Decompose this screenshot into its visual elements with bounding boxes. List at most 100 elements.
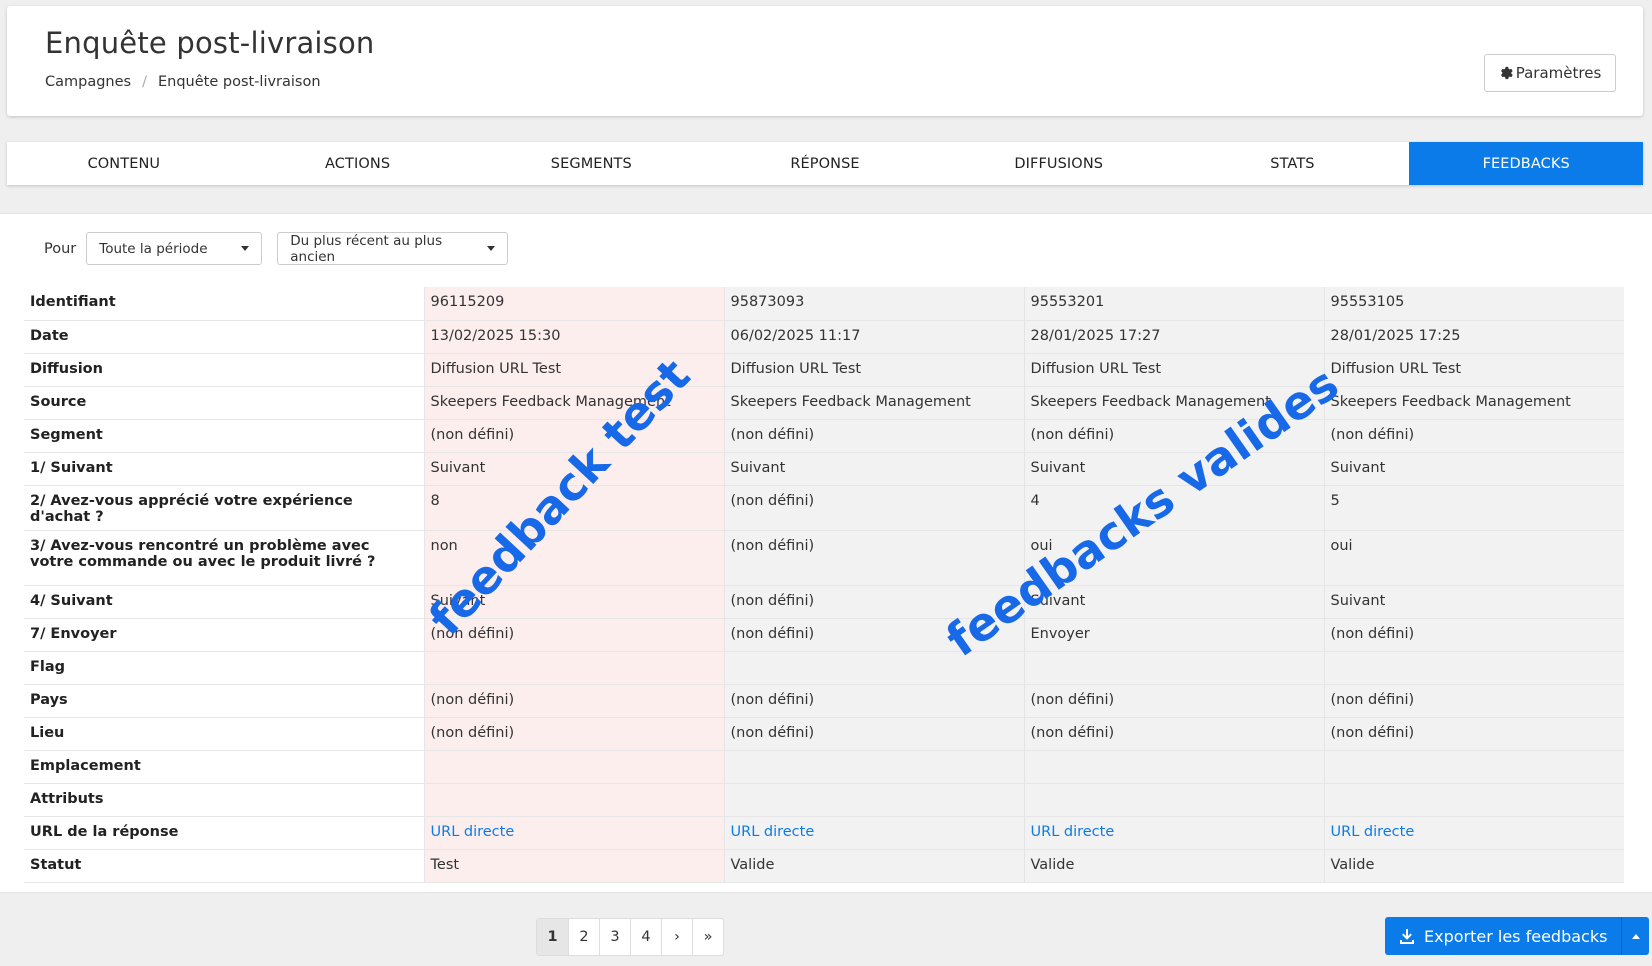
table-cell: 5 (1323, 485, 1624, 531)
table-cell: (non défini) (423, 717, 724, 751)
tab-diffusions[interactable]: DIFFUSIONS (942, 142, 1176, 185)
table-cell: Suivant (1323, 585, 1624, 619)
last-page-button[interactable]: » (692, 919, 723, 955)
table-cell (1323, 651, 1624, 685)
table-cell: Diffusion URL Test (1023, 353, 1324, 387)
sort-dropdown[interactable]: Du plus récent au plus ancien (277, 232, 509, 265)
tab-reponse[interactable]: RÉPONSE (708, 142, 942, 185)
table-row: Date 13/02/2025 15:30 06/02/2025 11:17 28/0… (24, 320, 1624, 354)
tab-stats[interactable]: STATS (1176, 142, 1410, 185)
breadcrumb-separator: / (142, 74, 147, 90)
tab-feedbacks[interactable]: FEEDBACKS (1409, 142, 1644, 185)
table-cell (1023, 783, 1324, 817)
row-header: Diffusion (24, 353, 424, 387)
table-cell: 28/01/2025 17:25 (1323, 320, 1624, 354)
table-row: 2/ Avez-vous apprécié votre expérience d… (24, 485, 1624, 531)
table-row: 3/ Avez-vous rencontré un problème avec … (24, 530, 1624, 586)
table-cell (1323, 783, 1624, 817)
table-cell (1023, 651, 1324, 685)
table-cell: Suivant (423, 585, 724, 619)
table-row: Lieu (non défini) (non défini) (non défini)… (24, 717, 1624, 751)
table-cell: 95553105 (1323, 287, 1624, 321)
table-cell: Suivant (1023, 585, 1324, 619)
table-cell: URL directe (1323, 816, 1624, 850)
table-cell: oui (1323, 530, 1624, 586)
direct-url-link[interactable]: URL directe (1031, 824, 1115, 840)
table-cell: (non défini) (423, 618, 724, 652)
table-cell (423, 783, 724, 817)
table-cell: non (423, 530, 724, 586)
page-3-button[interactable]: 3 (599, 919, 630, 955)
table-row: Statut Test Valide Valide Valide (24, 849, 1624, 883)
table-cell: Valide (1023, 849, 1324, 883)
table-row: Emplacement (24, 750, 1624, 784)
table-cell: 13/02/2025 15:30 (423, 320, 724, 354)
table-row: Flag (24, 651, 1624, 685)
direct-url-link[interactable]: URL directe (1331, 824, 1415, 840)
page-2-button[interactable]: 2 (568, 919, 599, 955)
table-row: 4/ Suivant Suivant (non défini) Suivant Suiv… (24, 585, 1624, 619)
row-header: 7/ Envoyer (24, 618, 424, 652)
row-header: Lieu (24, 717, 424, 751)
table-cell: (non défini) (723, 419, 1024, 453)
download-icon (1400, 929, 1414, 944)
table-cell: URL directe (423, 816, 724, 850)
table-cell: (non défini) (423, 419, 724, 453)
table-cell (723, 783, 1024, 817)
feedbacks-table: Identifiant 96115209 95873093 95553201 95553… (24, 287, 1624, 883)
feedbacks-panel: Pour Toute la période Du plus récent au … (0, 213, 1652, 893)
direct-url-link[interactable]: URL directe (431, 824, 515, 840)
table-cell: (non défini) (423, 684, 724, 718)
table-cell: (non défini) (723, 585, 1024, 619)
table-cell: (non défini) (723, 684, 1024, 718)
table-cell: (non défini) (1323, 717, 1624, 751)
breadcrumb-item-campaigns[interactable]: Campagnes (45, 74, 131, 90)
table-cell: (non défini) (1323, 419, 1624, 453)
table-cell: Diffusion URL Test (423, 353, 724, 387)
page-4-button[interactable]: 4 (630, 919, 661, 955)
next-page-button[interactable]: › (661, 919, 692, 955)
row-header: 3/ Avez-vous rencontré un problème avec … (24, 530, 424, 586)
table-row: Identifiant 96115209 95873093 95553201 95553… (24, 287, 1624, 321)
page-1-button[interactable]: 1 (537, 919, 568, 955)
row-header: 1/ Suivant (24, 452, 424, 486)
table-cell: (non défini) (1323, 618, 1624, 652)
table-cell: 4 (1023, 485, 1324, 531)
table-cell: (non défini) (1023, 684, 1324, 718)
table-cell: URL directe (1023, 816, 1324, 850)
table-cell: URL directe (723, 816, 1024, 850)
table-cell: Skeepers Feedback Management (723, 386, 1024, 420)
tab-segments[interactable]: SEGMENTS (474, 142, 708, 185)
gear-icon (1500, 66, 1513, 80)
table-cell: 96115209 (423, 287, 724, 321)
table-row: Attributs (24, 783, 1624, 817)
table-cell: (non défini) (1023, 717, 1324, 751)
table-cell: Skeepers Feedback Management (1023, 386, 1324, 420)
table-cell (1023, 750, 1324, 784)
table-cell: Skeepers Feedback Management (1323, 386, 1624, 420)
row-header: URL de la réponse (24, 816, 424, 850)
direct-url-link[interactable]: URL directe (731, 824, 815, 840)
row-header: Emplacement (24, 750, 424, 784)
caret-down-icon (487, 246, 496, 251)
table-cell: Suivant (723, 452, 1024, 486)
table-cell (423, 750, 724, 784)
tab-contenu[interactable]: CONTENU (7, 142, 241, 185)
settings-button[interactable]: Paramètres (1484, 54, 1616, 92)
row-header: Date (24, 320, 424, 354)
tab-actions[interactable]: ACTIONS (241, 142, 475, 185)
table-cell: 28/01/2025 17:27 (1023, 320, 1324, 354)
export-dropdown-toggle[interactable] (1621, 917, 1650, 955)
table-cell: Test (423, 849, 724, 883)
export-feedbacks-button[interactable]: Exporter les feedbacks (1385, 917, 1622, 955)
table-cell: Diffusion URL Test (1323, 353, 1624, 387)
caret-down-icon (241, 246, 250, 251)
row-header: Source (24, 386, 424, 420)
breadcrumb-item-current: Enquête post-livraison (157, 74, 321, 90)
row-header: Statut (24, 849, 424, 883)
page-title: Enquête post-livraison (45, 26, 375, 60)
row-header: 4/ Suivant (24, 585, 424, 619)
export-button-label: Exporter les feedbacks (1424, 926, 1608, 946)
period-dropdown[interactable]: Toute la période (86, 232, 263, 265)
period-dropdown-value: Toute la période (99, 240, 208, 257)
